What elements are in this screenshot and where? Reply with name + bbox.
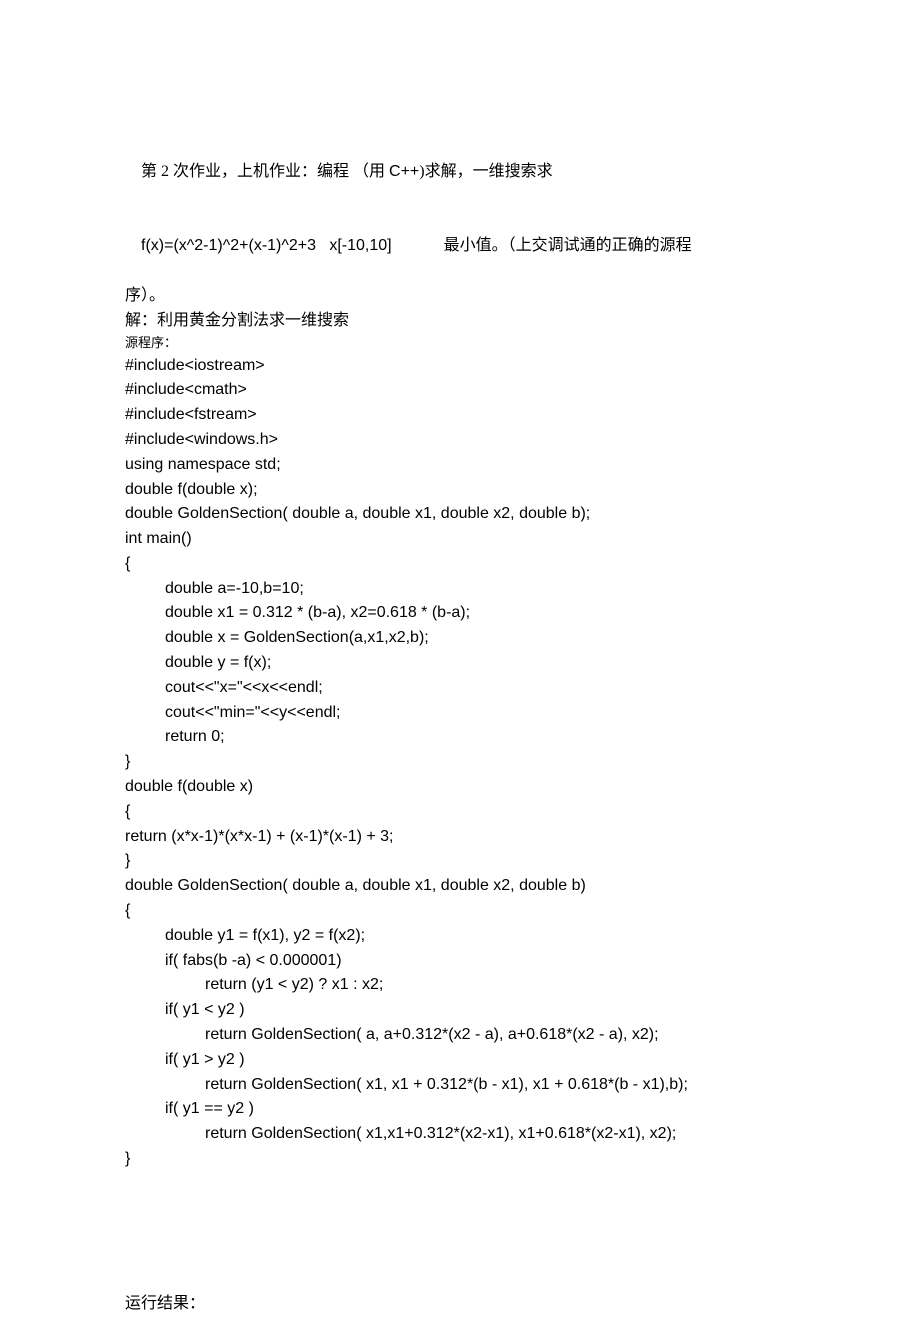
text: 最小值。（上交调试通的正确的源程 <box>392 237 692 254</box>
code-line: return (y1 < y2) ? x1 : x2; <box>125 973 795 998</box>
code-line: double a=-10,b=10; <box>125 577 795 602</box>
paragraph-line: f(x)=(x^2-1)^2+(x-1)^2+3 x[-10,10] 最小值。（… <box>125 209 795 283</box>
code-line: double GoldenSection( double a, double x… <box>125 874 795 899</box>
code-line: double y1 = f(x1), y2 = f(x2); <box>125 924 795 949</box>
paragraph-line: 序）。 <box>125 284 795 309</box>
code-line: double x1 = 0.312 * (b-a), x2=0.618 * (b… <box>125 601 795 626</box>
code-line: #include<fstream> <box>125 403 795 428</box>
code-line: int main() <box>125 527 795 552</box>
code-line: { <box>125 899 795 924</box>
code-line: cout<<"x="<<x<<endl; <box>125 676 795 701</box>
code-line: { <box>125 552 795 577</box>
code-line: double f(double x) <box>125 775 795 800</box>
code-line: double f(double x); <box>125 478 795 503</box>
paragraph-line: 运行结果： <box>125 1292 795 1317</box>
code-line: cout<<"min="<<y<<endl; <box>125 701 795 726</box>
code-line: return (x*x-1)*(x*x-1) + (x-1)*(x-1) + 3… <box>125 825 795 850</box>
code-line: return 0; <box>125 725 795 750</box>
text: f(x)=(x^2-1)^2+(x-1)^2+3 x[-10,10] <box>141 237 392 254</box>
code-line: { <box>125 800 795 825</box>
code-line: double y = f(x); <box>125 651 795 676</box>
code-line: if( y1 > y2 ) <box>125 1048 795 1073</box>
text: )求解，一维搜索求 <box>419 163 552 180</box>
text: 第 2 次作业，上机作业：编程 （用 <box>141 163 389 180</box>
blank-space <box>125 1172 795 1292</box>
code-line: if( y1 < y2 ) <box>125 998 795 1023</box>
code-line: } <box>125 1147 795 1172</box>
code-line: } <box>125 750 795 775</box>
code-line: using namespace std; <box>125 453 795 478</box>
code-line: double x = GoldenSection(a,x1,x2,b); <box>125 626 795 651</box>
code-line: return GoldenSection( a, a+0.312*(x2 - a… <box>125 1023 795 1048</box>
paragraph-line: 第 2 次作业，上机作业：编程 （用 C++)求解，一维搜索求 <box>125 135 795 209</box>
code-line: } <box>125 849 795 874</box>
paragraph-line: 源程序： <box>125 333 795 353</box>
code-line: return GoldenSection( x1, x1 + 0.312*(b … <box>125 1073 795 1098</box>
code-line: #include<cmath> <box>125 378 795 403</box>
code-line: if( y1 == y2 ) <box>125 1097 795 1122</box>
code-line: #include<iostream> <box>125 354 795 379</box>
code-line: #include<windows.h> <box>125 428 795 453</box>
code-line: double GoldenSection( double a, double x… <box>125 502 795 527</box>
document-page: 第 2 次作业，上机作业：编程 （用 C++)求解，一维搜索求 f(x)=(x^… <box>0 0 920 1317</box>
text: C++ <box>389 163 419 180</box>
code-line: return GoldenSection( x1,x1+0.312*(x2-x1… <box>125 1122 795 1147</box>
code-line: if( fabs(b -a) < 0.000001) <box>125 949 795 974</box>
paragraph-line: 解：利用黄金分割法求一维搜索 <box>125 309 795 334</box>
